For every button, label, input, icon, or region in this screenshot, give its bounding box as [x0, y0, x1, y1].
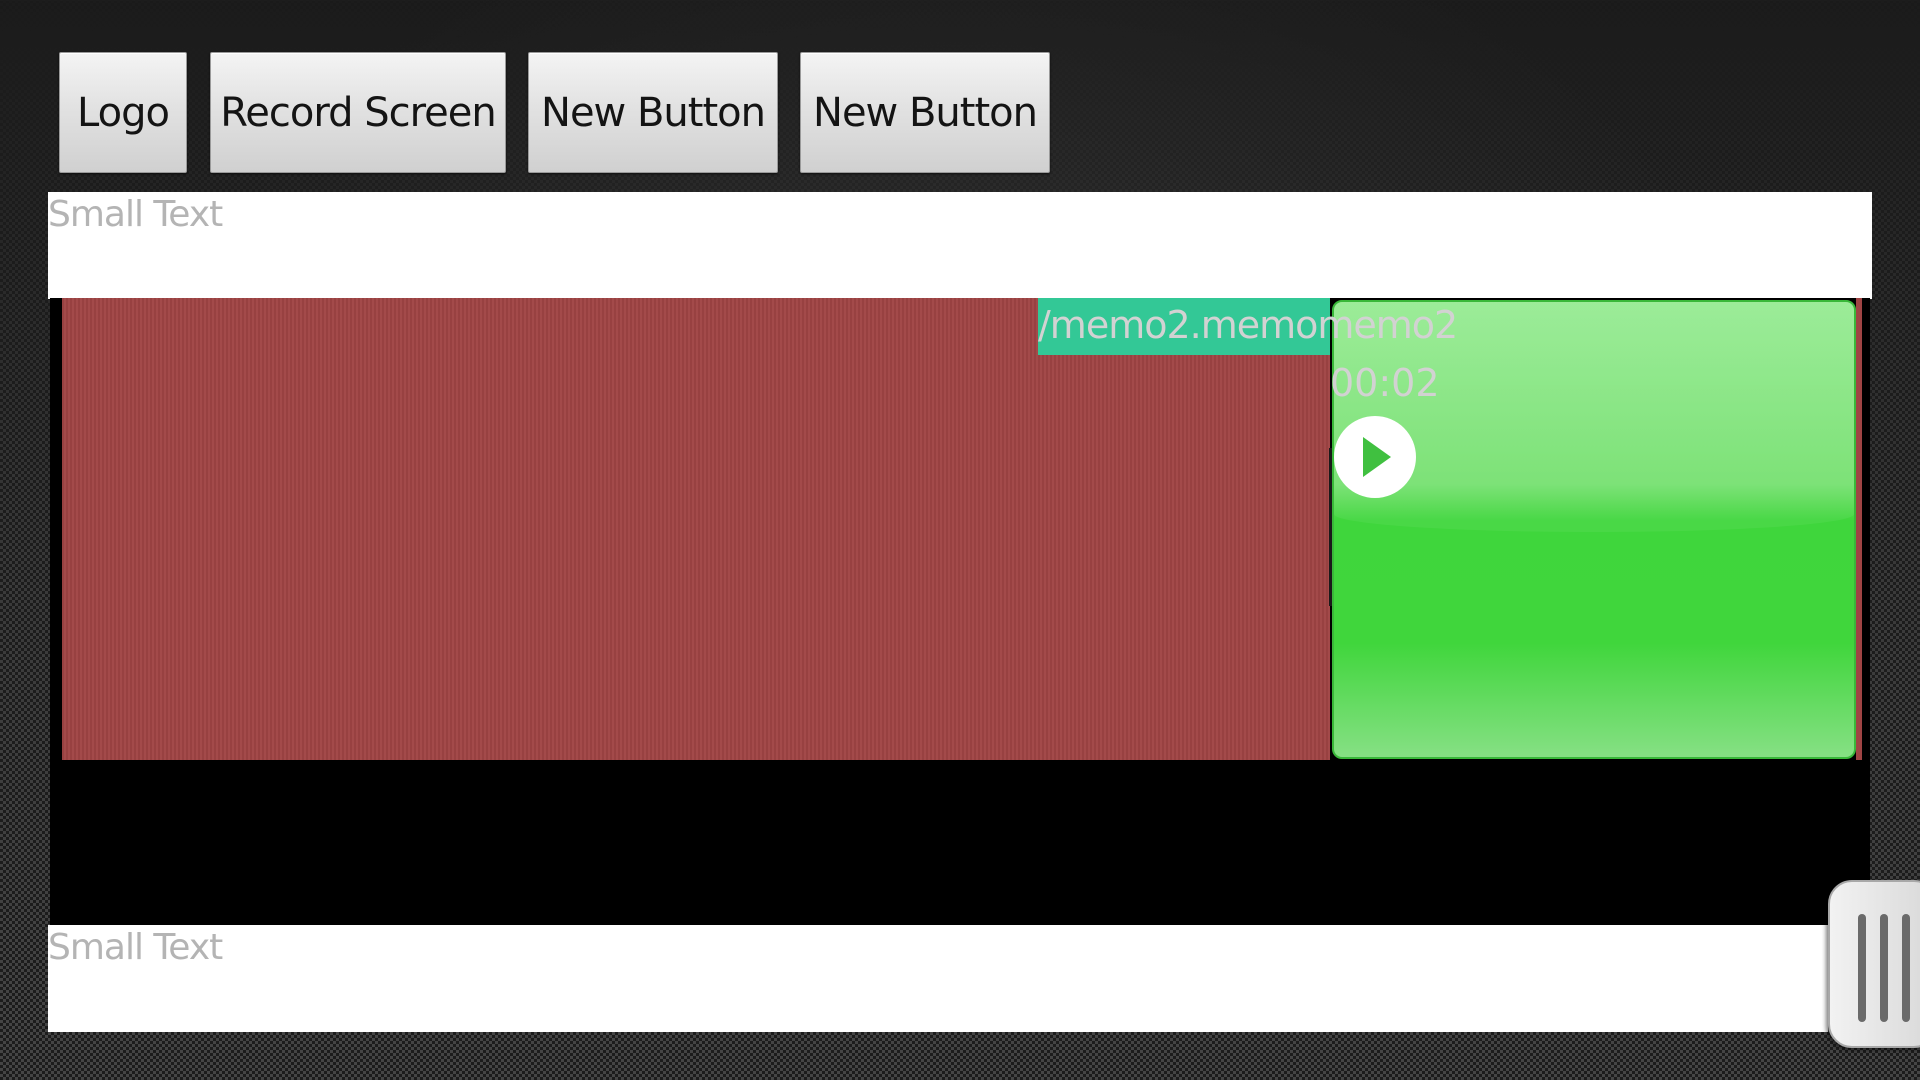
bottom-text-panel: Small Text [48, 925, 1828, 1032]
play-icon [1363, 437, 1391, 477]
media-filename: /memo2.memomemo2 [1038, 303, 1458, 347]
grip-icon [1858, 914, 1866, 1022]
media-duration: 00:02 [1330, 361, 1440, 405]
media-canvas-edge [1856, 298, 1862, 760]
play-button[interactable] [1334, 416, 1416, 498]
new-button-1[interactable]: New Button [528, 52, 778, 173]
record-screen-button[interactable]: Record Screen [210, 52, 506, 173]
logo-button[interactable]: Logo [59, 52, 187, 173]
grip-icon [1880, 914, 1888, 1022]
media-canvas[interactable] [62, 298, 1330, 760]
drawer-handle[interactable] [1828, 880, 1920, 1048]
player-divider [1329, 448, 1332, 606]
new-button-2[interactable]: New Button [800, 52, 1050, 173]
top-text-panel: Small Text [48, 192, 1872, 299]
top-small-text: Small Text [48, 194, 223, 235]
bottom-small-text: Small Text [48, 927, 223, 968]
media-area: /memo2.memomemo2 00:02 [50, 298, 1870, 925]
grip-icon [1902, 914, 1910, 1022]
